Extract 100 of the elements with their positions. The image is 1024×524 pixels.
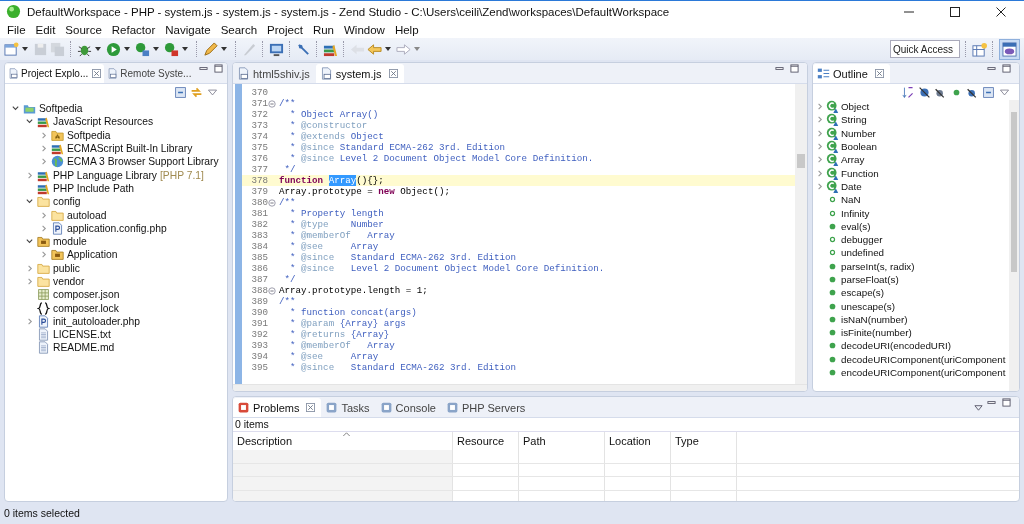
code-line: function Array(){};	[279, 175, 384, 186]
outline-item[interactable]: Number	[841, 127, 876, 139]
menu-item[interactable]: Project	[262, 24, 308, 36]
code-line: * @since Standard ECMA-262 3rd. Edition	[289, 362, 517, 373]
outline-item[interactable]: encodeURIComponent(uriComponent	[841, 367, 1006, 379]
outline-item[interactable]: isNaN(number)	[841, 313, 908, 325]
tree-item[interactable]: public	[53, 262, 80, 274]
tree-item[interactable]: init_autoloader.php	[53, 315, 141, 327]
code-line: * @type Number	[289, 219, 384, 230]
code-line: /**	[279, 98, 296, 109]
line-number: 371	[250, 98, 268, 109]
column-header[interactable]: Location	[605, 432, 671, 450]
tree-item[interactable]: PHP Language Library	[53, 169, 157, 181]
line-number: 381	[250, 208, 268, 219]
code-line: Array.prototype = new Object();	[279, 186, 450, 197]
code-line: * @returns {Array}	[289, 329, 390, 340]
line-number: 375	[250, 142, 268, 153]
code-line: */	[283, 164, 296, 175]
view-tab[interactable]: Remote Syste...	[104, 64, 195, 83]
menu-item[interactable]: Source	[60, 24, 107, 36]
line-number: 393	[250, 340, 268, 351]
outline-item[interactable]: undefined	[841, 247, 885, 259]
tree-item[interactable]: Application	[67, 249, 118, 261]
menu-item[interactable]: Navigate	[160, 24, 216, 36]
outline-item[interactable]: isFinite(number)	[841, 327, 912, 339]
column-header[interactable]: Resource	[453, 432, 519, 450]
line-number: 383	[250, 230, 268, 241]
menu-item[interactable]: File	[2, 24, 31, 36]
outline-item[interactable]: parseInt(s, radix)	[841, 260, 915, 272]
code-line: * @see Array	[289, 351, 379, 362]
line-number: 387	[250, 274, 268, 285]
tree-item[interactable]: Softpedia	[39, 103, 83, 115]
line-number: 391	[250, 318, 268, 329]
menu-item[interactable]: Search	[215, 24, 263, 36]
line-number: 394	[250, 351, 268, 362]
outline-item[interactable]: Boolean	[841, 141, 877, 153]
view-tab[interactable]: html5shiv.js	[233, 64, 316, 83]
version-label: [PHP 7.1]	[160, 169, 204, 181]
code-line: * Object Array()	[289, 109, 379, 120]
view-tab[interactable]: system.js	[315, 64, 404, 83]
line-number: 374	[250, 131, 268, 142]
item-count: 0 items	[233, 418, 1019, 432]
line-number: 382	[250, 219, 268, 230]
view-tab[interactable]: Tasks	[321, 398, 376, 417]
outline-item[interactable]: escape(s)	[841, 287, 884, 299]
tree-item[interactable]: config	[53, 196, 81, 208]
outline-item[interactable]: String	[841, 114, 867, 126]
outline-item[interactable]: unescape(s)	[841, 300, 895, 312]
view-tab[interactable]: Console	[375, 398, 442, 417]
view-tab[interactable]: Project Explo...	[5, 64, 105, 83]
code-line: * @constructor	[289, 120, 368, 131]
tree-item[interactable]: composer.json	[53, 289, 120, 301]
outline-item[interactable]: Array	[841, 154, 865, 166]
outline-item[interactable]: debugger	[841, 234, 883, 246]
menu-item[interactable]: Help	[389, 24, 424, 36]
outline-item[interactable]: NaN	[841, 194, 861, 206]
line-number: 390	[250, 307, 268, 318]
tree-item[interactable]: Softpedia	[67, 129, 111, 141]
menu-item[interactable]: Refactor	[106, 24, 161, 36]
tree-item[interactable]: README.md	[53, 342, 115, 354]
line-number: 395	[250, 362, 268, 373]
tree-item[interactable]: application.config.php	[67, 222, 167, 234]
view-tab[interactable]: Outline	[813, 64, 890, 83]
tree-item[interactable]: ECMAScript Built-In Library	[67, 143, 193, 155]
menu-item[interactable]: Window	[339, 24, 390, 36]
column-header[interactable]: Path	[519, 432, 605, 450]
view-tab[interactable]: Problems	[233, 398, 322, 417]
outline-item[interactable]: Infinity	[841, 207, 870, 219]
line-number: 373	[250, 120, 268, 131]
code-line: * @memberOf Array	[289, 230, 395, 241]
tree-item[interactable]: autoload	[67, 209, 107, 221]
line-number: 378	[250, 175, 268, 186]
outline-item[interactable]: decodeURI(encodedURI)	[841, 340, 951, 352]
code-line: * @memberOf Array	[289, 340, 395, 351]
line-number: 392	[250, 329, 268, 340]
view-tab[interactable]: PHP Servers	[441, 398, 532, 417]
tree-item[interactable]: vendor	[53, 276, 85, 287]
tree-item[interactable]: LICENSE.txt	[53, 329, 111, 341]
tree-item[interactable]: JavaScript Resources	[53, 116, 154, 128]
tree-item[interactable]: ECMA 3 Browser Support Library	[67, 156, 219, 168]
tree-item[interactable]: PHP Include Path	[53, 182, 135, 194]
outline-item[interactable]: Date	[841, 180, 862, 192]
code-line: Array.prototype.length = 1;	[279, 285, 428, 296]
outline-item[interactable]: Function	[841, 167, 879, 179]
tree-item[interactable]: composer.lock	[53, 302, 119, 314]
column-header[interactable]: Type	[671, 432, 737, 450]
code-line: * function concat(args)	[289, 307, 417, 318]
code-line: * @param {Array} args	[289, 318, 406, 329]
outline-item[interactable]: decodeURIComponent(uriComponent	[841, 353, 1006, 365]
menu-item[interactable]: Edit	[30, 24, 61, 36]
code-line: * @since Standard ECMA-262 3rd. Edition	[289, 142, 506, 153]
code-line: * @since Standard ECMA-262 3rd. Edition	[289, 252, 517, 263]
outline-item[interactable]: Object	[841, 101, 870, 113]
line-number: 370	[250, 87, 268, 98]
menu-item[interactable]: Run	[307, 24, 339, 36]
tree-item[interactable]: module	[53, 236, 87, 248]
line-number: 379	[250, 186, 268, 197]
quick-access-field[interactable]: Quick Access	[890, 40, 960, 58]
outline-item[interactable]: parseFloat(s)	[841, 274, 899, 285]
outline-item[interactable]: eval(s)	[841, 220, 871, 232]
